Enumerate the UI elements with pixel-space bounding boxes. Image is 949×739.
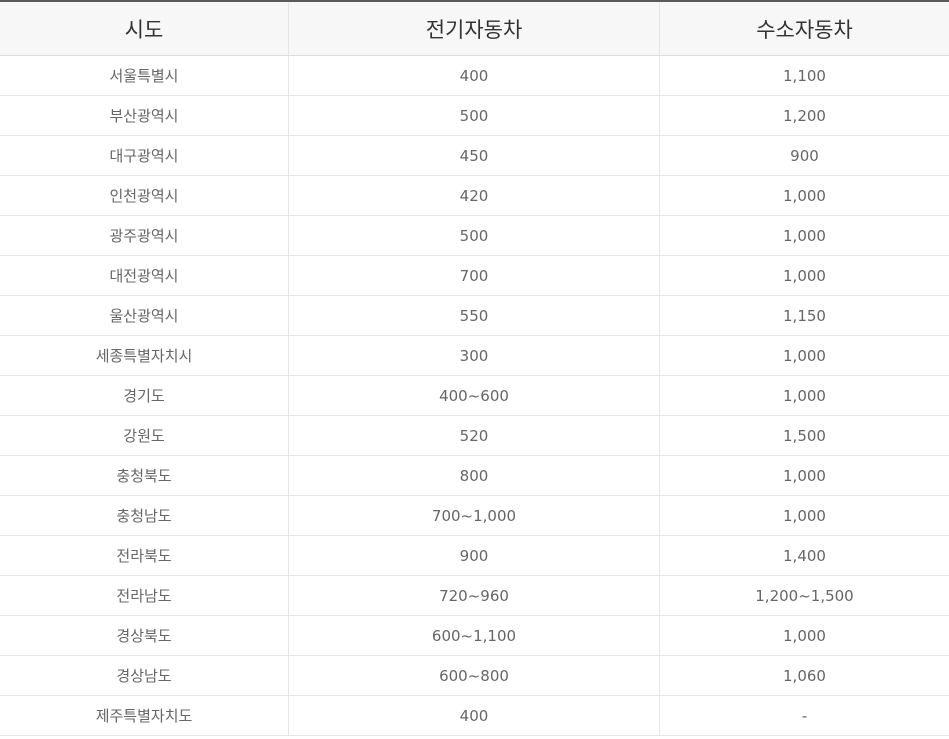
electric-vehicle-cell: 400 bbox=[289, 56, 660, 95]
hydrogen-vehicle-cell: 1,000 bbox=[783, 346, 826, 365]
table-row: 충청남도 700~1,000 1,000 bbox=[0, 496, 949, 536]
electric-vehicle-cell: 420 bbox=[289, 176, 660, 215]
hydrogen-vehicle-cell: 1,400 bbox=[783, 546, 826, 565]
electric-vehicle-cell: 300 bbox=[289, 336, 660, 375]
table-row: 전라남도 720~960 1,200~1,500 bbox=[0, 576, 949, 616]
region-cell: 대전광역시 bbox=[0, 256, 289, 295]
table-row: 경상북도 600~1,100 1,000 bbox=[0, 616, 949, 656]
hydrogen-vehicle-cell: 1,000 bbox=[783, 506, 826, 525]
region-cell: 제주특별자치도 bbox=[0, 696, 289, 735]
region-cell: 경상남도 bbox=[0, 656, 289, 695]
table-row: 서울특별시 400 1,100 bbox=[0, 56, 949, 96]
hydrogen-vehicle-cell: 1,100 bbox=[783, 66, 826, 85]
hydrogen-vehicle-cell: 1,000 bbox=[783, 466, 826, 485]
hydrogen-vehicle-cell: 1,000 bbox=[783, 626, 826, 645]
table-row: 대전광역시 700 1,000 bbox=[0, 256, 949, 296]
electric-vehicle-cell: 600~1,100 bbox=[289, 616, 660, 655]
table-row: 광주광역시 500 1,000 bbox=[0, 216, 949, 256]
table-row: 대구광역시 450 900 bbox=[0, 136, 949, 176]
column-header-region: 시도 bbox=[0, 2, 289, 55]
subsidy-table: 시도 전기자동차 수소자동차 서울특별시 400 1,100 부산광역시 500… bbox=[0, 0, 949, 736]
table-row: 경상남도 600~800 1,060 bbox=[0, 656, 949, 696]
region-cell: 충청남도 bbox=[0, 496, 289, 535]
table-row: 부산광역시 500 1,200 bbox=[0, 96, 949, 136]
hydrogen-vehicle-cell: 1,200~1,500 bbox=[755, 586, 854, 605]
hydrogen-vehicle-cell: 1,060 bbox=[783, 666, 826, 685]
electric-vehicle-cell: 500 bbox=[289, 216, 660, 255]
table-row: 제주특별자치도 400 - bbox=[0, 696, 949, 736]
table-row: 강원도 520 1,500 bbox=[0, 416, 949, 456]
column-header-hydrogen-vehicle: 수소자동차 bbox=[756, 17, 853, 42]
electric-vehicle-cell: 520 bbox=[289, 416, 660, 455]
table-row: 전라북도 900 1,400 bbox=[0, 536, 949, 576]
region-cell: 전라북도 bbox=[0, 536, 289, 575]
hydrogen-vehicle-cell: 900 bbox=[790, 146, 819, 165]
table-row: 충청북도 800 1,000 bbox=[0, 456, 949, 496]
region-cell: 충청북도 bbox=[0, 456, 289, 495]
region-cell: 전라남도 bbox=[0, 576, 289, 615]
electric-vehicle-cell: 800 bbox=[289, 456, 660, 495]
region-cell: 경기도 bbox=[0, 376, 289, 415]
hydrogen-vehicle-cell: 1,000 bbox=[783, 266, 826, 285]
table-row: 인천광역시 420 1,000 bbox=[0, 176, 949, 216]
hydrogen-vehicle-cell: - bbox=[801, 706, 808, 725]
electric-vehicle-cell: 450 bbox=[289, 136, 660, 175]
region-cell: 부산광역시 bbox=[0, 96, 289, 135]
region-cell: 인천광역시 bbox=[0, 176, 289, 215]
electric-vehicle-cell: 700~1,000 bbox=[289, 496, 660, 535]
region-cell: 세종특별자치시 bbox=[0, 336, 289, 375]
hydrogen-vehicle-cell: 1,200 bbox=[783, 106, 826, 125]
table-row: 울산광역시 550 1,150 bbox=[0, 296, 949, 336]
hydrogen-vehicle-cell: 1,150 bbox=[783, 306, 826, 325]
region-cell: 경상북도 bbox=[0, 616, 289, 655]
region-cell: 울산광역시 bbox=[0, 296, 289, 335]
region-cell: 서울특별시 bbox=[0, 56, 289, 95]
electric-vehicle-cell: 400 bbox=[289, 696, 660, 735]
electric-vehicle-cell: 400~600 bbox=[289, 376, 660, 415]
hydrogen-vehicle-cell: 1,000 bbox=[783, 386, 826, 405]
region-cell: 대구광역시 bbox=[0, 136, 289, 175]
electric-vehicle-cell: 720~960 bbox=[289, 576, 660, 615]
electric-vehicle-cell: 550 bbox=[289, 296, 660, 335]
hydrogen-vehicle-cell: 1,500 bbox=[783, 426, 826, 445]
electric-vehicle-cell: 600~800 bbox=[289, 656, 660, 695]
region-cell: 강원도 bbox=[0, 416, 289, 455]
hydrogen-vehicle-cell: 1,000 bbox=[783, 186, 826, 205]
column-header-electric-vehicle: 전기자동차 bbox=[289, 2, 660, 55]
electric-vehicle-cell: 500 bbox=[289, 96, 660, 135]
region-cell: 광주광역시 bbox=[0, 216, 289, 255]
electric-vehicle-cell: 700 bbox=[289, 256, 660, 295]
electric-vehicle-cell: 900 bbox=[289, 536, 660, 575]
table-header-row: 시도 전기자동차 수소자동차 bbox=[0, 2, 949, 56]
table-row: 세종특별자치시 300 1,000 bbox=[0, 336, 949, 376]
hydrogen-vehicle-cell: 1,000 bbox=[783, 226, 826, 245]
table-row: 경기도 400~600 1,000 bbox=[0, 376, 949, 416]
